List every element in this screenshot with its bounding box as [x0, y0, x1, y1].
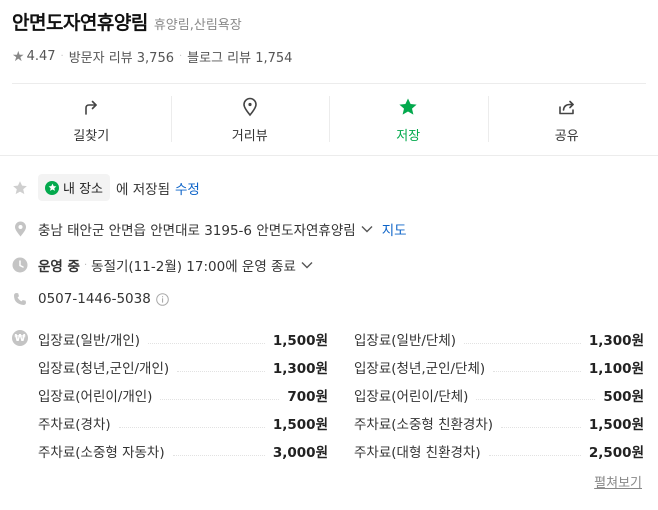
- fee-name: 주차료(소중형 친환경차): [354, 417, 494, 433]
- fee-item: 입장료(청년,군인/개인) 1,300원: [38, 357, 328, 377]
- star-icon: [397, 96, 419, 118]
- fee-price: 3,000원: [272, 445, 328, 461]
- edit-link[interactable]: 수정: [175, 178, 200, 198]
- fee-row: 입장료(어린이/개인) 700원 입장료(어린이/단체) 500원: [38, 381, 644, 409]
- hours-separator: ·: [83, 259, 88, 271]
- fee-name: 입장료(일반/개인): [38, 333, 141, 349]
- address-expand-chevron-icon[interactable]: [361, 225, 373, 233]
- hours-detail: 동절기(11-2월) 17:00에 운영 종료: [91, 259, 296, 275]
- fee-price: 1,500원: [272, 417, 328, 433]
- visitor-reviews-link[interactable]: 방문자 리뷰 3,756: [69, 47, 174, 66]
- address-text: 충남 태안군 안면읍 안면대로 3195-6 안면도자연휴양림: [38, 223, 356, 239]
- my-place-badge[interactable]: 내 장소: [38, 174, 111, 201]
- fee-leader: [476, 398, 596, 400]
- fee-leader: [493, 370, 581, 372]
- fee-price: 1,500원: [588, 417, 644, 433]
- fee-name: 입장료(청년,군인/단체): [354, 361, 486, 377]
- location-pin-icon: [12, 221, 28, 237]
- fee-price: 1,300원: [272, 361, 328, 377]
- phone-icon: [12, 291, 28, 307]
- fee-item: 주차료(소중형 자동차) 3,000원: [38, 441, 328, 461]
- fee-name: 주차료(대형 친환경차): [354, 445, 481, 461]
- share-icon: [556, 96, 578, 118]
- fee-leader: [160, 398, 280, 400]
- fee-name: 입장료(일반/단체): [354, 333, 457, 349]
- hours-row: 운영 중 · 동절기(11-2월) 17:00에 운영 종료: [12, 255, 313, 275]
- street-view-button[interactable]: 거리뷰: [170, 84, 330, 154]
- fee-row: 입장료(청년,군인/개인) 1,300원 입장료(청년,군인/단체) 1,100원: [38, 353, 644, 381]
- fee-item: 입장료(일반/단체) 1,300원: [354, 329, 644, 349]
- fee-leader: [488, 454, 581, 456]
- meta-separator: ·: [178, 51, 183, 62]
- meta-separator: ·: [60, 51, 64, 62]
- save-button[interactable]: 저장: [329, 84, 488, 154]
- fee-row: 주차료(소중형 자동차) 3,000원 주차료(대형 친환경차) 2,500원: [38, 437, 644, 465]
- action-bar: 길찾기 거리뷰 저장 공유: [12, 84, 646, 154]
- fee-price: 1,100원: [588, 361, 644, 377]
- hours-expand-chevron-icon[interactable]: [301, 261, 313, 269]
- fee-price: 2,500원: [588, 445, 644, 461]
- blog-reviews-link[interactable]: 블로그 리뷰 1,754: [187, 47, 292, 66]
- fee-item: 주차료(경차) 1,500원: [38, 413, 328, 433]
- divider: [0, 155, 658, 156]
- saved-text: 에 저장됨: [116, 181, 170, 198]
- rating-star-icon: ★: [12, 48, 25, 65]
- fee-name: 입장료(청년,군인/개인): [38, 361, 170, 377]
- fee-row: 주차료(경차) 1,500원 주차료(소중형 친환경차) 1,500원: [38, 409, 644, 437]
- fee-leader: [148, 342, 265, 344]
- phone-row: 0507-1446-5038: [12, 291, 169, 307]
- directions-icon: [80, 96, 102, 118]
- fee-name: 주차료(소중형 자동차): [38, 445, 165, 461]
- fee-price: 1,300원: [588, 333, 644, 349]
- fee-leader: [177, 370, 265, 372]
- fee-item: 입장료(어린이/단체) 500원: [354, 385, 644, 405]
- fee-item: 주차료(대형 친환경차) 2,500원: [354, 441, 644, 461]
- clock-icon: [12, 257, 28, 273]
- fee-leader: [118, 426, 265, 428]
- fee-item: 입장료(청년,군인/단체) 1,100원: [354, 357, 644, 377]
- fee-table: 입장료(일반/개인) 1,500원 입장료(일반/단체) 1,300원 입장료(청년…: [38, 325, 644, 465]
- fee-name: 주차료(경차): [38, 417, 111, 433]
- street-view-icon: [239, 96, 261, 118]
- save-label: 저장: [396, 129, 421, 144]
- fee-price: 700원: [287, 389, 328, 405]
- fee-name: 입장료(어린이/단체): [354, 389, 469, 405]
- share-label: 공유: [554, 129, 579, 144]
- share-button[interactable]: 공유: [487, 84, 647, 154]
- hours-status: 운영 중: [38, 259, 80, 275]
- fee-row: 입장료(일반/개인) 1,500원 입장료(일반/단체) 1,300원: [38, 325, 644, 353]
- street-view-label: 거리뷰: [231, 129, 268, 144]
- saved-star-icon: [12, 180, 28, 196]
- place-header: 안면도자연휴양림 휴양림,산림욕장 ★ 4.47 · 방문자 리뷰 3,756 …: [12, 8, 292, 66]
- fee-leader: [464, 342, 581, 344]
- phone-number[interactable]: 0507-1446-5038: [38, 291, 151, 307]
- saved-row: 내 장소 에 저장됨 수정: [12, 174, 200, 201]
- fee-price: 1,500원: [272, 333, 328, 349]
- fee-leader: [172, 454, 265, 456]
- place-category: 휴양림,산림욕장: [153, 18, 242, 33]
- my-place-star-icon: [45, 180, 59, 195]
- fee-item: 주차료(소중형 친환경차) 1,500원: [354, 413, 644, 433]
- fee-item: 입장료(어린이/개인) 700원: [38, 385, 328, 405]
- won-currency-icon: ₩: [12, 330, 28, 346]
- address-row: 충남 태안군 안면읍 안면대로 3195-6 안면도자연휴양림 지도: [12, 219, 407, 239]
- fee-item: 입장료(일반/개인) 1,500원: [38, 329, 328, 349]
- rating-row: ★ 4.47 · 방문자 리뷰 3,756 · 블로그 리뷰 1,754: [12, 47, 292, 67]
- info-icon[interactable]: [156, 292, 169, 306]
- directions-label: 길찾기: [73, 129, 110, 144]
- rating-value: 4.47: [26, 49, 56, 64]
- my-place-label: 내 장소: [63, 182, 104, 197]
- fee-leader: [501, 426, 581, 428]
- directions-button[interactable]: 길찾기: [12, 84, 171, 154]
- fee-price: 500원: [603, 389, 644, 405]
- place-title: 안면도자연휴양림: [12, 12, 148, 34]
- expand-link[interactable]: 펼쳐보기: [594, 472, 642, 491]
- fee-name: 입장료(어린이/개인): [38, 389, 153, 405]
- map-link[interactable]: 지도: [382, 219, 407, 239]
